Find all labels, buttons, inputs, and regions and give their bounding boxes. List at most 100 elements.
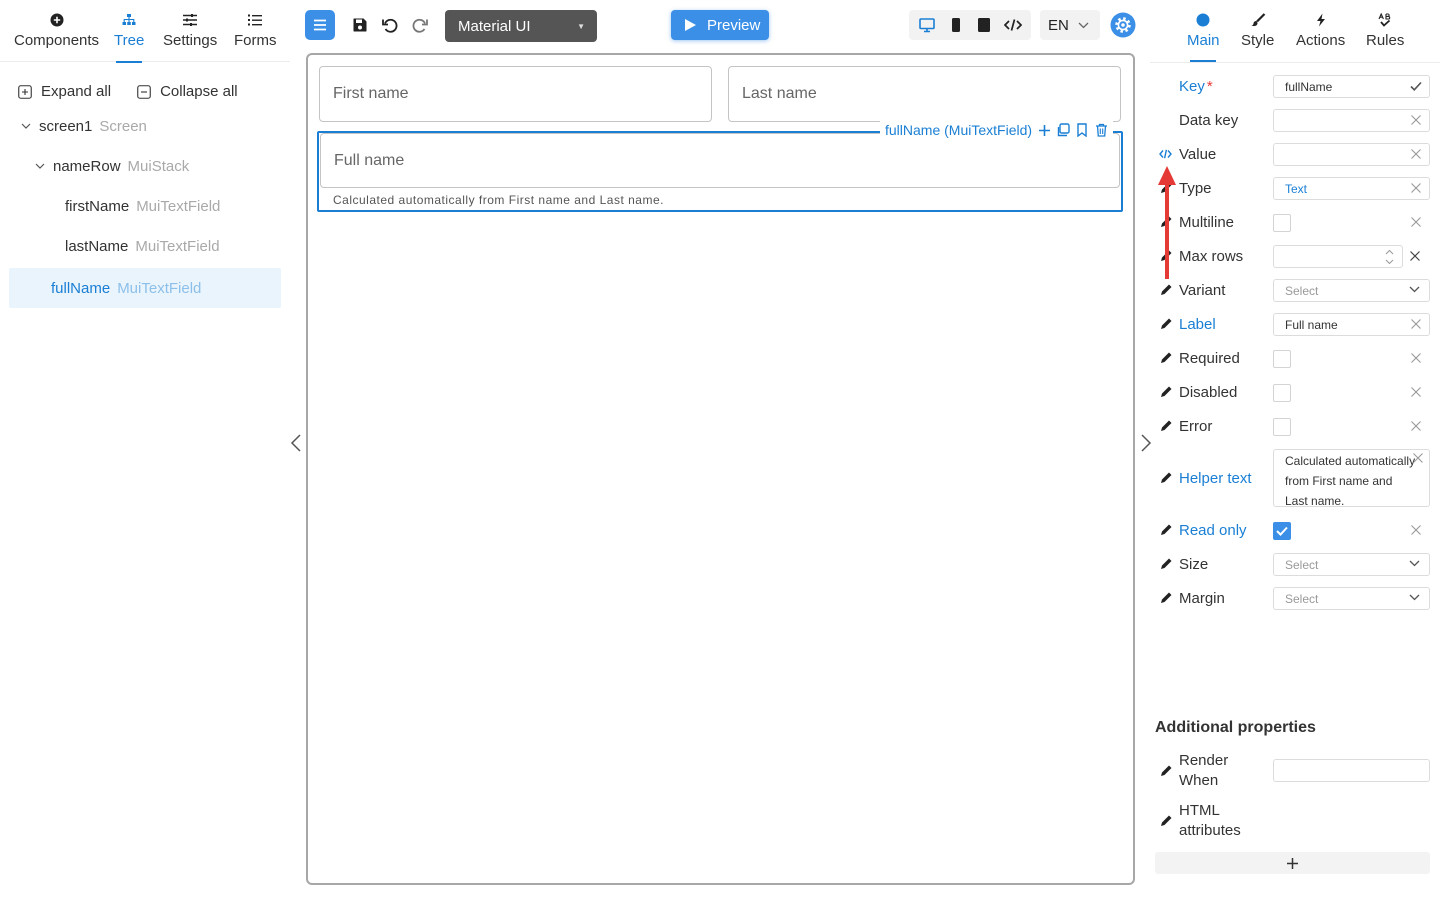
prop-label: Required [1179, 349, 1240, 367]
tree-node-screen1[interactable]: screen1 Screen [9, 106, 281, 146]
tree-node-fullname[interactable]: fullName MuiTextField [9, 268, 281, 308]
stepper-icon[interactable] [1385, 248, 1394, 266]
prop-label: Label [1179, 315, 1216, 333]
pen-icon[interactable] [1155, 523, 1179, 537]
collapse-right-panel-icon[interactable] [1139, 433, 1153, 453]
prop-label: Helper text [1179, 469, 1252, 487]
prop-label: Disabled [1179, 383, 1238, 401]
mobile-icon[interactable] [943, 12, 969, 38]
first-name-field[interactable]: First name [319, 66, 712, 122]
size-select[interactable]: Select [1273, 553, 1430, 576]
label-value: Full name [1285, 317, 1338, 332]
tab-style[interactable]: Style [1241, 10, 1274, 62]
close-icon[interactable] [1410, 420, 1422, 432]
prop-label: Render When [1179, 752, 1229, 789]
required-asterisk: * [1206, 77, 1213, 95]
collapse-left-panel-icon[interactable] [289, 433, 303, 453]
pen-icon[interactable] [1155, 419, 1179, 433]
required-checkbox[interactable] [1273, 350, 1291, 368]
tab-rules[interactable]: Rules [1366, 10, 1404, 62]
trash-icon[interactable] [1094, 123, 1108, 137]
type-value: Text [1285, 181, 1308, 196]
disabled-checkbox[interactable] [1273, 384, 1291, 402]
pen-icon[interactable] [1155, 764, 1179, 778]
redo-icon [411, 16, 429, 34]
close-icon[interactable] [1409, 250, 1421, 262]
helper-text-input[interactable]: Calculated automatically from First name… [1273, 449, 1430, 507]
brush-icon [1250, 10, 1266, 30]
close-icon[interactable] [1410, 182, 1422, 194]
duplicate-icon[interactable] [1056, 123, 1070, 137]
tree-node-lastname[interactable]: lastName MuiTextField [9, 226, 281, 266]
value-input[interactable] [1273, 143, 1430, 166]
menu-button[interactable] [305, 10, 335, 40]
close-icon[interactable] [1410, 524, 1422, 536]
close-icon[interactable] [1410, 386, 1422, 398]
prop-label: HTML attributes [1179, 802, 1241, 839]
close-icon[interactable] [1410, 114, 1422, 126]
full-name-field[interactable]: Full name [320, 133, 1120, 188]
pen-icon[interactable] [1155, 283, 1179, 297]
expand-all-label: Expand all [41, 83, 112, 100]
pen-icon[interactable] [1155, 591, 1179, 605]
preview-button[interactable]: Preview [671, 10, 769, 40]
code-bind-icon[interactable] [1155, 149, 1179, 159]
close-icon[interactable] [1410, 352, 1422, 364]
tree-node-type: MuiTextField [136, 197, 221, 215]
tab-label: Settings [163, 32, 218, 49]
tab-label: Main [1187, 32, 1220, 49]
redo-button[interactable] [405, 10, 435, 40]
close-icon[interactable] [1410, 148, 1422, 160]
circle-icon [1196, 10, 1210, 30]
multiline-checkbox[interactable] [1273, 214, 1291, 232]
theme-select[interactable]: Material UI ▼ [445, 10, 597, 42]
pen-icon[interactable] [1155, 385, 1179, 399]
code-icon[interactable] [1000, 12, 1026, 38]
read-only-checkbox[interactable] [1273, 522, 1291, 540]
chevron-down-icon[interactable] [33, 163, 47, 169]
key-input[interactable]: fullName [1273, 75, 1430, 98]
collapse-all-button[interactable]: Collapse all [137, 83, 238, 100]
tree-node-firstname[interactable]: firstName MuiTextField [9, 186, 281, 226]
caret-down-icon: ▼ [577, 21, 585, 31]
undo-button[interactable] [375, 10, 405, 40]
tab-label: Style [1241, 32, 1275, 49]
pen-icon[interactable] [1155, 317, 1179, 331]
close-icon[interactable] [1410, 216, 1422, 228]
close-icon[interactable] [1412, 452, 1424, 464]
tab-tree[interactable]: Tree [114, 10, 144, 63]
data-key-input[interactable] [1273, 109, 1430, 132]
tab-components[interactable]: Components [14, 10, 99, 62]
pen-icon[interactable] [1155, 814, 1179, 828]
pen-icon[interactable] [1155, 351, 1179, 365]
pen-icon[interactable] [1155, 557, 1179, 571]
chevron-down-icon[interactable] [19, 123, 33, 129]
language-select[interactable]: EN [1040, 10, 1100, 40]
prop-label: Size [1179, 555, 1209, 573]
close-icon[interactable] [1410, 318, 1422, 330]
tab-actions[interactable]: Actions [1296, 10, 1345, 62]
expand-all-button[interactable]: Expand all [18, 83, 111, 100]
pen-icon[interactable] [1155, 471, 1179, 485]
add-icon[interactable] [1037, 123, 1051, 137]
error-checkbox[interactable] [1273, 418, 1291, 436]
language-value: EN [1048, 16, 1069, 34]
save-button[interactable] [345, 10, 375, 40]
tree-node-namerow[interactable]: nameRow MuiStack [9, 146, 281, 186]
desktop-icon[interactable] [914, 12, 940, 38]
type-input[interactable]: Text [1273, 177, 1430, 200]
label-input[interactable]: Full name [1273, 313, 1430, 336]
variant-select[interactable]: Select [1273, 279, 1430, 302]
tablet-icon[interactable] [971, 12, 997, 38]
render-when-input[interactable] [1273, 759, 1430, 782]
tab-main[interactable]: Main [1187, 10, 1220, 62]
max-rows-input[interactable] [1273, 245, 1403, 268]
add-html-attribute-button[interactable] [1155, 852, 1430, 874]
check-icon[interactable] [1410, 80, 1422, 92]
settings-gear-button[interactable] [1110, 12, 1136, 38]
tab-forms[interactable]: Forms [234, 10, 277, 62]
bookmark-icon[interactable] [1075, 123, 1089, 137]
margin-select[interactable]: Select [1273, 587, 1430, 610]
tab-settings[interactable]: Settings [163, 10, 217, 62]
last-name-field[interactable]: Last name [728, 66, 1121, 122]
